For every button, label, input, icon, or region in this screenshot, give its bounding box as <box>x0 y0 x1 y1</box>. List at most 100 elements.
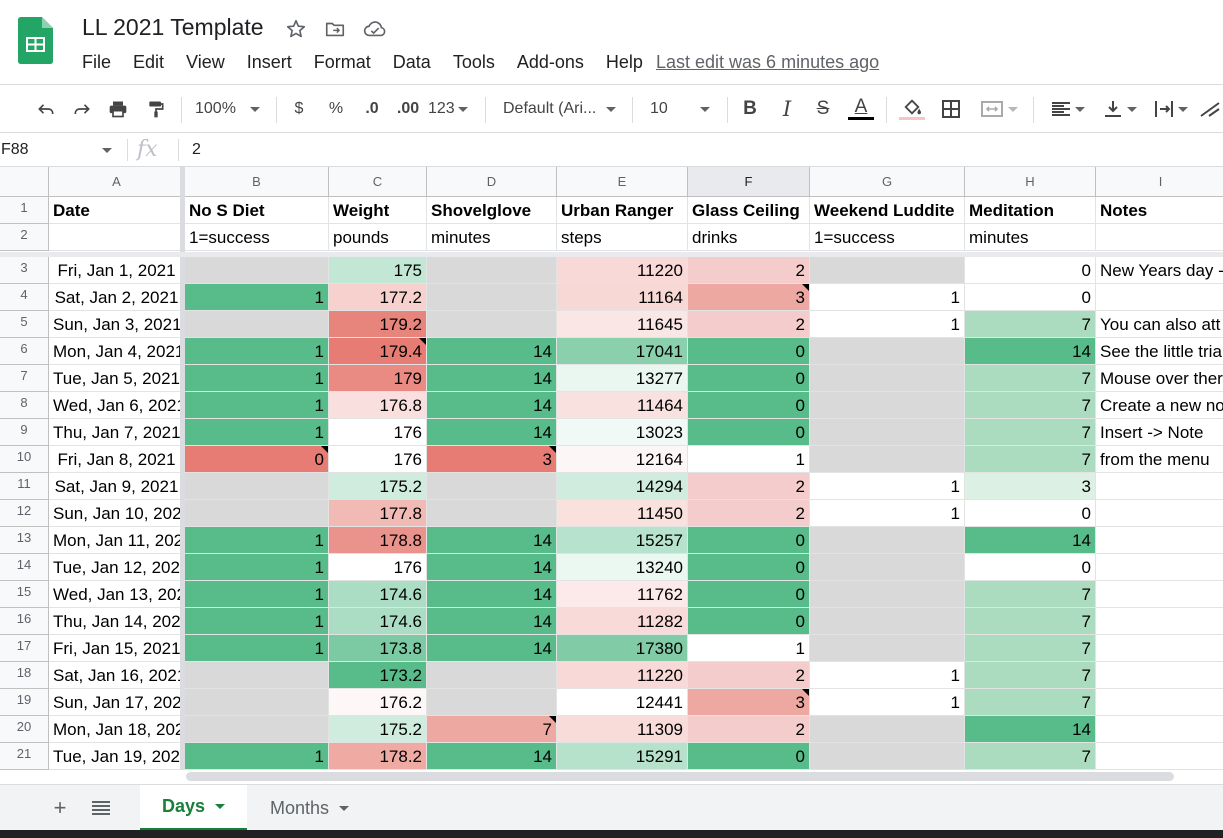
cell-g[interactable] <box>810 716 965 743</box>
cell-f[interactable]: 2 <box>688 311 810 338</box>
cell-b[interactable]: 1 <box>185 392 329 419</box>
cell-e[interactable]: 11164 <box>557 284 688 311</box>
cell-h[interactable]: 7 <box>965 662 1096 689</box>
column-header-i[interactable]: I <box>1096 167 1223 197</box>
cell-g[interactable] <box>810 608 965 635</box>
cell-g[interactable] <box>810 365 965 392</box>
row-header[interactable]: 21 <box>0 743 49 770</box>
horizontal-scrollbar[interactable] <box>184 770 1223 784</box>
spreadsheet-grid[interactable]: A B C D E F G H I 1 Date No S Diet Weight Shovelglove… <box>0 167 1223 770</box>
cell-i[interactable]: Insert -> Note <box>1096 419 1223 446</box>
cell-i[interactable]: You can also att <box>1096 311 1223 338</box>
cell-h[interactable]: 0 <box>965 257 1096 284</box>
column-header-f[interactable]: F <box>688 167 810 197</box>
percent-button[interactable]: % <box>325 97 347 121</box>
row-header[interactable]: 18 <box>0 662 49 689</box>
cell-d[interactable]: 7 <box>427 716 557 743</box>
cell-a[interactable]: Mon, Jan 18, 2021 <box>49 716 185 743</box>
cell-i[interactable]: from the menu <box>1096 446 1223 473</box>
add-sheet-icon[interactable]: + <box>50 795 70 820</box>
cell-i[interactable] <box>1096 284 1223 311</box>
cell-d[interactable] <box>427 662 557 689</box>
column-header-g[interactable]: G <box>810 167 965 197</box>
cell-d[interactable] <box>427 311 557 338</box>
cell-a[interactable]: Thu, Jan 7, 2021 <box>49 419 185 446</box>
text-wrapping-icon[interactable] <box>1148 97 1192 121</box>
borders-icon[interactable] <box>939 97 963 121</box>
cell-g[interactable] <box>810 446 965 473</box>
cell-a[interactable]: Mon, Jan 11, 2021 <box>49 527 185 554</box>
cell-a[interactable]: Sun, Jan 3, 2021 <box>49 311 185 338</box>
cell-h[interactable]: 14 <box>965 338 1096 365</box>
cell-b[interactable] <box>185 257 329 284</box>
cell-e[interactable]: 15257 <box>557 527 688 554</box>
cell-i[interactable] <box>1096 662 1223 689</box>
cell-e[interactable]: 13277 <box>557 365 688 392</box>
cell-a[interactable]: Sun, Jan 17, 2021 <box>49 689 185 716</box>
cell-b[interactable]: 1 <box>185 338 329 365</box>
cell-c[interactable]: 179.2 <box>329 311 427 338</box>
cell-c[interactable]: 174.6 <box>329 581 427 608</box>
all-sheets-list-icon[interactable] <box>91 798 111 818</box>
cell-i[interactable]: See the little tria <box>1096 338 1223 365</box>
cell-b[interactable]: No S Diet <box>185 197 329 224</box>
cell-d[interactable]: minutes <box>427 224 557 251</box>
frozen-column-divider[interactable] <box>180 167 185 770</box>
cell-c[interactable]: pounds <box>329 224 427 251</box>
cell-a[interactable] <box>49 224 185 251</box>
cell-f[interactable]: 2 <box>688 716 810 743</box>
row-header[interactable]: 10 <box>0 446 49 473</box>
cell-b[interactable]: 1 <box>185 419 329 446</box>
cell-h[interactable]: 7 <box>965 311 1096 338</box>
column-header-a[interactable]: A <box>49 167 185 197</box>
column-header-b[interactable]: B <box>185 167 329 197</box>
cell-i[interactable] <box>1096 635 1223 662</box>
cell-g[interactable]: 1 <box>810 689 965 716</box>
cell-h[interactable]: 0 <box>965 500 1096 527</box>
cell-f[interactable]: 2 <box>688 500 810 527</box>
cell-c[interactable]: 176.2 <box>329 689 427 716</box>
cell-b[interactable]: 1 <box>185 608 329 635</box>
cell-h[interactable]: 0 <box>965 554 1096 581</box>
cell-b[interactable] <box>185 500 329 527</box>
menu-insert[interactable]: Insert <box>247 52 292 73</box>
cell-i[interactable] <box>1096 716 1223 743</box>
cell-a[interactable]: Wed, Jan 6, 2021 <box>49 392 185 419</box>
cell-e[interactable]: 11220 <box>557 257 688 284</box>
cell-a[interactable]: Tue, Jan 12, 2021 <box>49 554 185 581</box>
cell-d[interactable]: 14 <box>427 581 557 608</box>
cell-g[interactable] <box>810 527 965 554</box>
cell-c[interactable]: 174.6 <box>329 608 427 635</box>
row-header[interactable]: 12 <box>0 500 49 527</box>
cell-d[interactable]: 14 <box>427 635 557 662</box>
cell-a[interactable]: Sat, Jan 9, 2021 <box>49 473 185 500</box>
cell-c[interactable]: 173.2 <box>329 662 427 689</box>
cell-e[interactable]: 15291 <box>557 743 688 770</box>
cell-e[interactable]: Urban Ranger <box>557 197 688 224</box>
sheets-logo-icon[interactable] <box>18 17 53 64</box>
cell-d[interactable]: 3 <box>427 446 557 473</box>
cell-i[interactable]: Notes <box>1096 197 1223 224</box>
cell-f[interactable]: 1 <box>688 446 810 473</box>
cell-d[interactable]: 14 <box>427 419 557 446</box>
cell-i[interactable]: Create a new no <box>1096 392 1223 419</box>
menu-data[interactable]: Data <box>393 52 431 73</box>
cell-e[interactable]: 13023 <box>557 419 688 446</box>
cell-b[interactable]: 1 <box>185 581 329 608</box>
cell-a[interactable]: Tue, Jan 5, 2021 <box>49 365 185 392</box>
cell-f[interactable]: 2 <box>688 473 810 500</box>
cell-h[interactable]: 7 <box>965 446 1096 473</box>
currency-button[interactable]: $ <box>289 97 309 121</box>
cell-h[interactable]: 7 <box>965 743 1096 770</box>
cell-f[interactable]: 2 <box>688 662 810 689</box>
cell-a[interactable]: Mon, Jan 4, 2021 <box>49 338 185 365</box>
cell-g[interactable]: 1 <box>810 662 965 689</box>
row-header[interactable]: 3 <box>0 257 49 284</box>
menu-help[interactable]: Help <box>606 52 643 73</box>
cell-d[interactable] <box>427 284 557 311</box>
cell-i[interactable] <box>1096 581 1223 608</box>
star-icon[interactable] <box>285 18 307 40</box>
cell-c[interactable]: 176 <box>329 419 427 446</box>
column-header-c[interactable]: C <box>329 167 427 197</box>
cell-i[interactable]: Mouse over ther <box>1096 365 1223 392</box>
